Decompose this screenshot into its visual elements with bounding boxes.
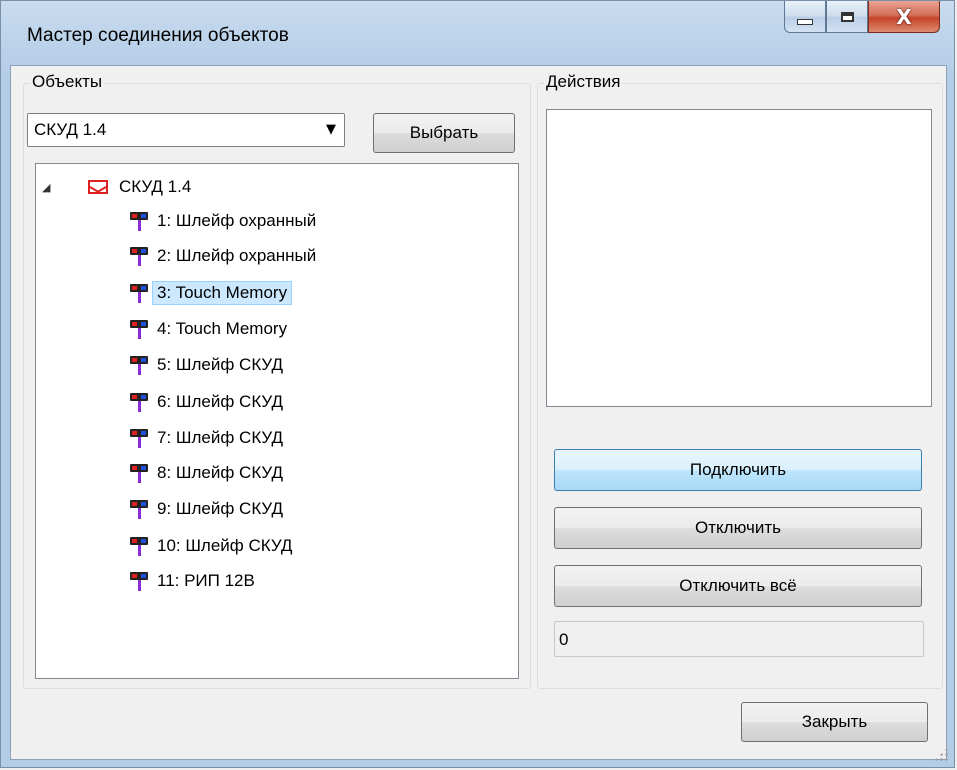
port-icon — [130, 570, 148, 592]
port-icon — [130, 391, 148, 413]
port-icon — [130, 498, 148, 520]
tree-node-label: 6: Шлейф СКУД — [157, 392, 283, 411]
port-icon — [130, 427, 148, 449]
tree-node-label: 9: Шлейф СКУД — [157, 499, 283, 518]
port-icon — [130, 282, 148, 304]
tree-node-label: СКУД 1.4 — [119, 177, 192, 196]
chevron-down-icon[interactable]: ▼ — [326, 122, 336, 137]
status-field: 0 — [554, 621, 924, 657]
tree-child-node[interactable]: 11: РИП 12В — [130, 568, 260, 594]
disconnect-button[interactable]: Отключить — [554, 507, 922, 549]
tree-child-node[interactable]: 7: Шлейф СКУД — [130, 425, 288, 451]
tree-child-node[interactable]: 8: Шлейф СКУД — [130, 460, 288, 486]
port-icon — [130, 462, 148, 484]
tree-node-label: 7: Шлейф СКУД — [157, 428, 283, 447]
maximize-icon — [840, 11, 854, 22]
tree-node-label: 2: Шлейф охранный — [157, 246, 317, 265]
objects-group-label: Объекты — [30, 72, 105, 92]
window-title: Мастер соединения объектов — [27, 25, 289, 46]
tree-child-node[interactable]: 5: Шлейф СКУД — [130, 352, 288, 378]
combo-value: СКУД 1.4 — [34, 120, 107, 139]
port-icon — [130, 318, 148, 340]
port-icon — [130, 210, 148, 232]
port-icon — [130, 354, 148, 376]
minimize-button[interactable] — [784, 1, 826, 33]
tree-node-label: 5: Шлейф СКУД — [157, 355, 283, 374]
tree-child-node[interactable]: 6: Шлейф СКУД — [130, 389, 288, 415]
tree-node-label: 1: Шлейф охранный — [157, 211, 317, 230]
select-button[interactable]: Выбрать — [373, 113, 515, 153]
objects-tree[interactable]: ◢ СКУД 1.4 1: Шлейф охранный 2: Шлейф ох… — [35, 163, 519, 679]
device-envelope-icon — [88, 180, 108, 194]
tree-child-node[interactable]: 2: Шлейф охранный — [130, 243, 321, 269]
tree-child-node-selected[interactable]: 3: Touch Memory — [130, 280, 293, 306]
close-window-button[interactable]: X — [868, 1, 940, 33]
tree-child-node[interactable]: 4: Touch Memory — [130, 316, 292, 342]
tree-node-label: 11: РИП 12В — [157, 571, 255, 590]
port-icon — [130, 535, 148, 557]
dialog-window: Мастер соединения объектов X Объекты СКУ… — [0, 0, 955, 768]
connect-button[interactable]: Подключить — [554, 449, 922, 491]
tree-node-label: 4: Touch Memory — [157, 319, 288, 338]
status-value: 0 — [559, 630, 569, 649]
tree-child-node[interactable]: 9: Шлейф СКУД — [130, 496, 288, 522]
title-bar[interactable]: Мастер соединения объектов X — [1, 1, 954, 65]
tree-node-label: 10: Шлейф СКУД — [157, 536, 293, 555]
disconnect-all-button[interactable]: Отключить всё — [554, 565, 922, 607]
close-button[interactable]: Закрыть — [741, 702, 928, 742]
tree-child-node[interactable]: 1: Шлейф охранный — [130, 208, 321, 234]
actions-group-label: Действия — [544, 72, 623, 92]
tree-root-node[interactable]: ◢ СКУД 1.4 — [42, 174, 196, 200]
expand-arrow-icon[interactable]: ◢ — [42, 181, 50, 194]
caption-buttons: X — [784, 1, 940, 37]
tree-node-label: 3: Touch Memory — [152, 281, 293, 305]
port-icon — [130, 245, 148, 267]
actions-list[interactable] — [546, 109, 932, 407]
tree-child-node[interactable]: 10: Шлейф СКУД — [130, 533, 297, 559]
close-icon: X — [896, 4, 912, 29]
tree-node-label: 8: Шлейф СКУД — [157, 463, 283, 482]
maximize-button[interactable] — [826, 1, 868, 33]
minimize-icon — [797, 18, 813, 25]
object-select-combo[interactable]: СКУД 1.4 ▼ — [27, 113, 345, 147]
